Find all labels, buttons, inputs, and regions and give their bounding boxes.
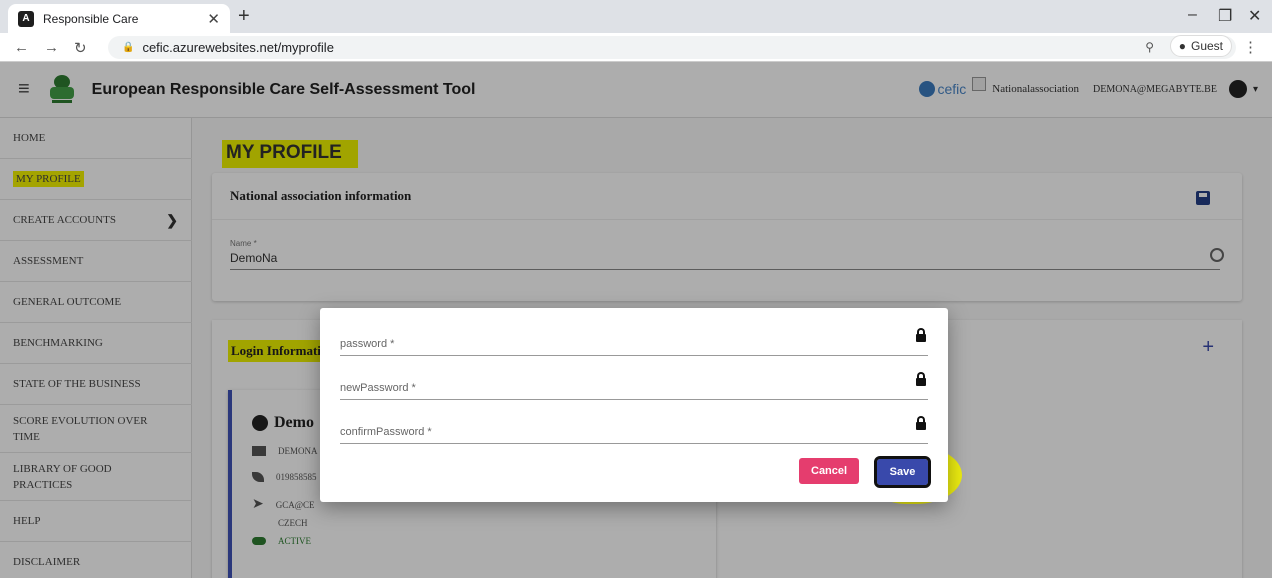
confirm-password-field[interactable]: confirmPassword * [340,416,928,444]
new-password-field[interactable]: newPassword * [340,372,928,400]
avatar-icon: ● [1178,39,1186,53]
close-tab-icon[interactable]: ✕ [207,10,220,28]
save-button[interactable]: Save [874,456,931,488]
zoom-icon[interactable]: ⚲ [1145,40,1154,54]
profile-button[interactable]: ● Guest [1169,35,1232,57]
browser-tab-bar: A Responsible Care ✕ + – ❐ ✕ [0,0,1272,33]
new-password-label: newPassword * [340,382,416,394]
restore-icon[interactable]: ❐ [1218,6,1232,26]
address-bar: ← → ↻ 🔒 cefic.azurewebsites.net/myprofil… [0,33,1272,62]
reload-icon[interactable]: ↻ [74,39,87,57]
password-field[interactable]: password * [340,328,928,356]
new-tab-button[interactable]: + [238,5,250,28]
back-icon[interactable]: ← [14,39,29,56]
browser-tab[interactable]: A Responsible Care ✕ [8,4,230,33]
lock-icon [916,372,926,386]
url-field[interactable]: 🔒 cefic.azurewebsites.net/myprofile [108,36,1236,59]
close-window-icon[interactable]: ✕ [1248,6,1261,26]
tab-title: Responsible Care [43,11,139,26]
forward-icon[interactable]: → [44,39,59,56]
change-password-dialog: password * newPassword * confirmPassword… [320,308,948,502]
lock-icon [916,328,926,342]
lock-icon [916,416,926,430]
cancel-button[interactable]: Cancel [799,458,860,484]
angular-icon: A [18,10,34,27]
lock-icon: 🔒 [122,42,135,53]
profile-label: Guest [1190,39,1223,53]
url-host: cefic.azurewebsites.net [142,40,278,55]
url-path: /myprofile [277,40,334,55]
confirm-password-label: confirmPassword * [340,426,432,438]
minimize-icon[interactable]: – [1188,6,1197,24]
password-label: password * [340,338,395,350]
menu-icon[interactable]: ⋮ [1243,38,1258,56]
